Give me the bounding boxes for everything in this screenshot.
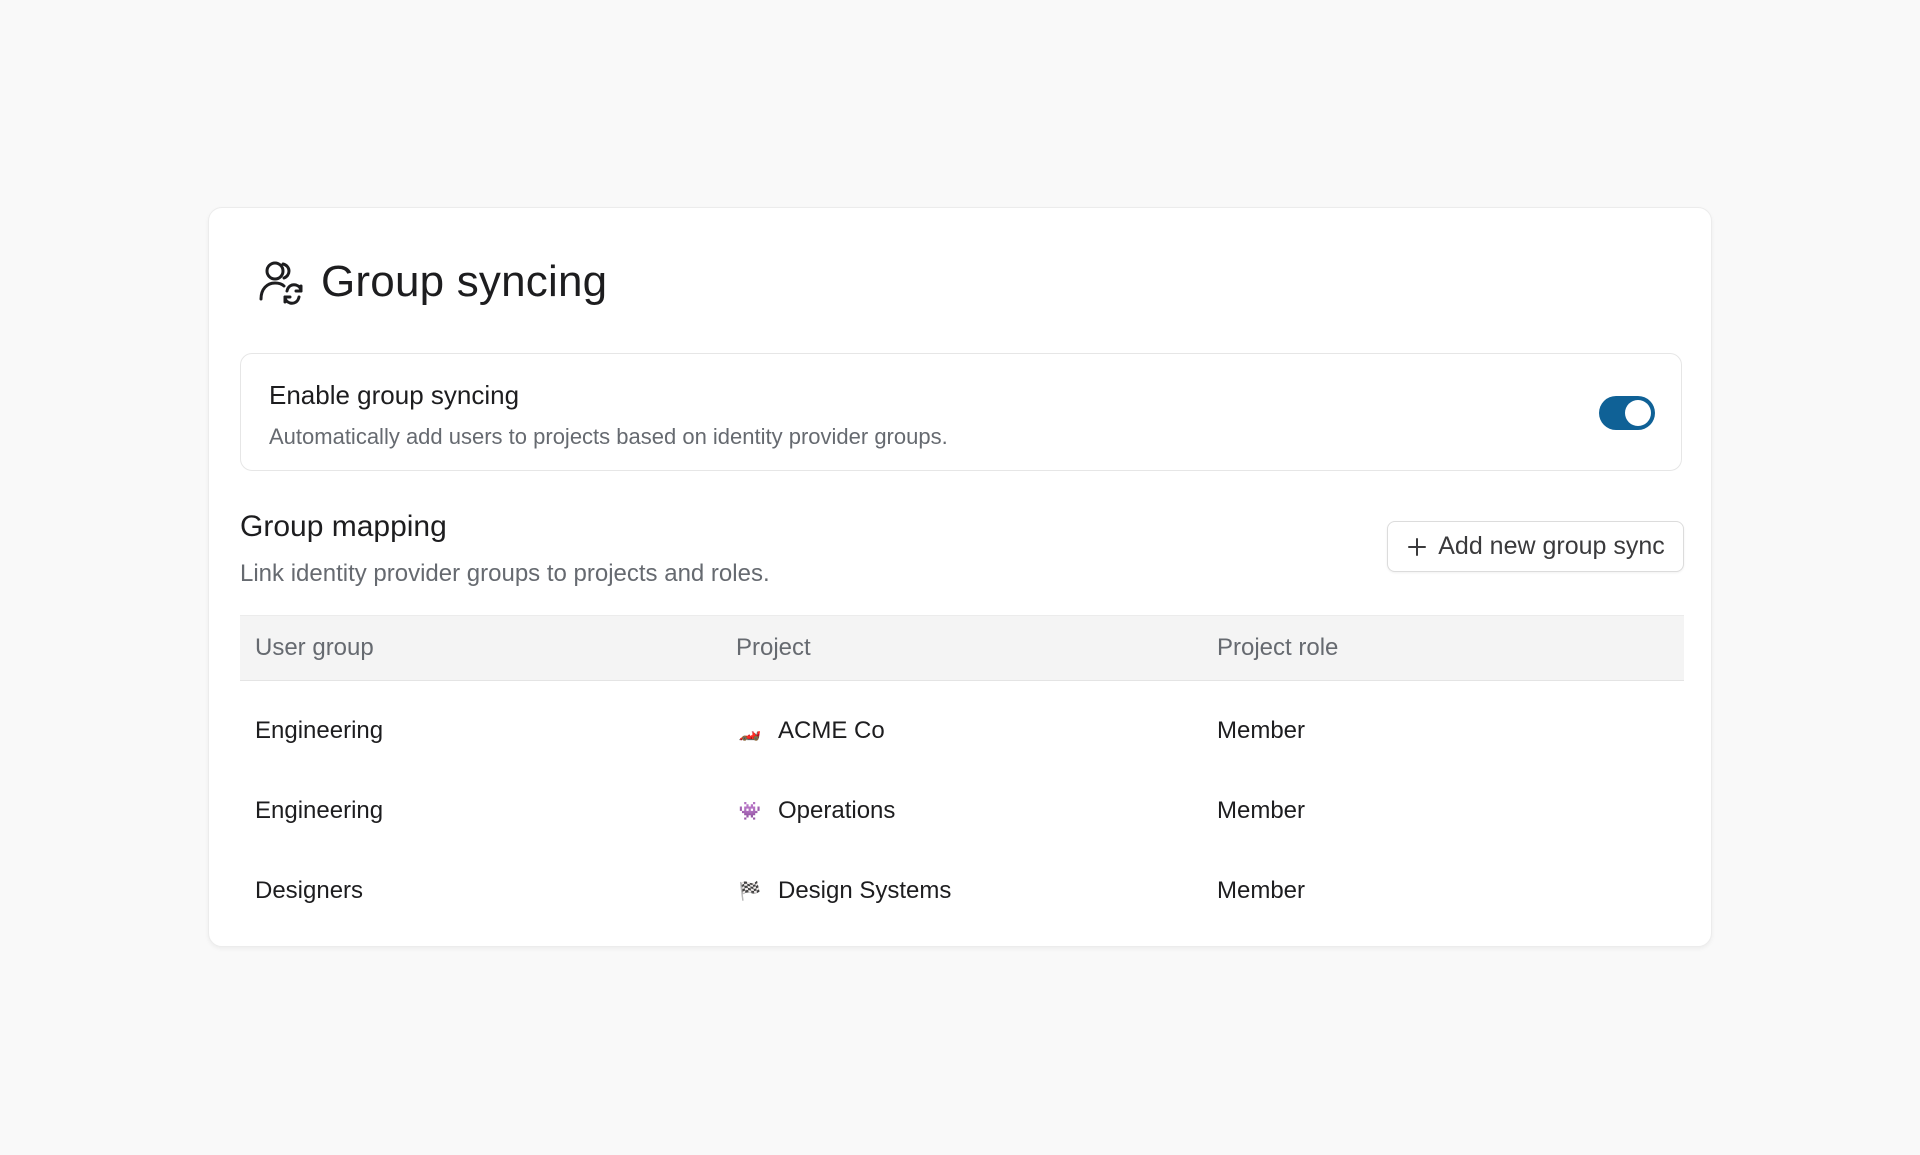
column-header-project-role: Project role: [1217, 634, 1339, 661]
group-mapping-title: Group mapping: [240, 510, 447, 543]
column-header-user-group: User group: [255, 634, 374, 661]
group-mapping-description: Link identity provider groups to project…: [240, 560, 770, 587]
project-cell: 🏁 Design Systems: [736, 877, 952, 905]
column-header-project: Project: [736, 634, 811, 661]
project-emoji-icon: 🏁: [738, 880, 762, 901]
project-name: ACME Co: [778, 717, 885, 744]
table-row[interactable]: Engineering 👾 Operations Member: [240, 771, 1684, 851]
add-group-sync-label: Add new group sync: [1438, 532, 1665, 560]
group-syncing-toggle[interactable]: [1599, 396, 1655, 430]
project-cell: 👾 Operations: [736, 797, 896, 825]
project-name: Operations: [778, 797, 896, 824]
project-cell: 🏎️ ACME Co: [736, 717, 885, 745]
toggle-knob: [1625, 400, 1651, 426]
add-group-sync-button[interactable]: Add new group sync: [1387, 521, 1684, 572]
group-syncing-card: Group syncing Enable group syncing Autom…: [208, 207, 1712, 947]
plus-icon: [1406, 536, 1428, 558]
enable-setting-title: Enable group syncing: [269, 380, 520, 410]
table-row[interactable]: Designers 🏁 Design Systems Member: [240, 851, 1684, 931]
users-sync-icon: [253, 255, 307, 309]
project-role-cell: Member: [1217, 717, 1306, 744]
card-header: Group syncing: [253, 250, 607, 314]
project-emoji-icon: 🏎️: [738, 720, 762, 741]
user-group-cell: Designers: [255, 877, 364, 904]
group-mapping-table: User group Project Project role Engineer…: [240, 615, 1684, 931]
project-role-cell: Member: [1217, 797, 1306, 824]
table-row[interactable]: Engineering 🏎️ ACME Co Member: [240, 691, 1684, 771]
project-role-cell: Member: [1217, 877, 1306, 904]
enable-setting-description: Automatically add users to projects base…: [269, 424, 948, 449]
table-header: User group Project Project role: [240, 615, 1684, 681]
user-group-cell: Engineering: [255, 797, 384, 824]
user-group-cell: Engineering: [255, 717, 384, 744]
page-title: Group syncing: [321, 257, 608, 306]
enable-group-syncing-panel: Enable group syncing Automatically add u…: [240, 353, 1682, 471]
project-name: Design Systems: [778, 877, 952, 904]
project-emoji-icon: 👾: [738, 800, 762, 821]
